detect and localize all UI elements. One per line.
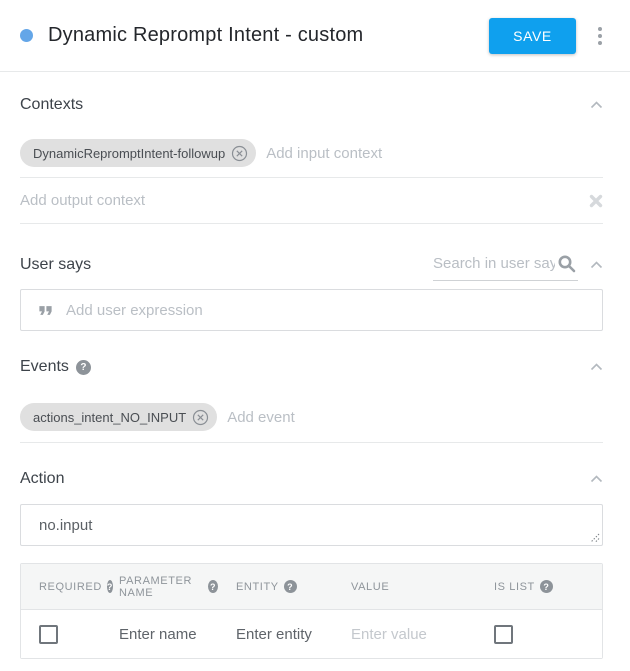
search-user-says-input[interactable] [433,255,555,272]
input-context-chip-label: DynamicRepromptIntent-followup [33,146,225,161]
is-list-checkbox[interactable] [494,625,513,644]
events-help-icon[interactable]: ? [76,360,91,375]
resize-grip-icon[interactable] [589,532,600,543]
parameter-entity-field[interactable] [236,626,328,643]
ml-status-dot-icon [20,29,33,42]
action-name-field[interactable] [39,517,584,534]
action-section-header: Action [20,469,603,489]
remove-event-icon[interactable] [192,409,209,426]
parameter-row [21,610,602,658]
user-says-section-header: User says [20,248,603,282]
events-row: actions_intent_NO_INPUT [20,403,603,431]
action-collapse-chevron-up-icon[interactable] [590,475,603,483]
parameter-name-field[interactable] [119,626,213,643]
output-context-row [20,177,603,224]
input-context-chip[interactable]: DynamicRepromptIntent-followup [20,139,256,167]
column-is-list: IS LIST ? [476,580,602,593]
intent-header: Dynamic Reprompt Intent - custom SAVE [0,0,630,72]
input-contexts-row: DynamicRepromptIntent-followup [20,139,603,167]
required-checkbox[interactable] [39,625,58,644]
add-output-context-field[interactable] [20,192,579,209]
events-heading: Events [20,358,69,376]
add-user-expression-field[interactable] [66,302,588,319]
user-says-heading: User says [20,256,91,274]
column-entity: ENTITY ? [218,580,333,593]
action-heading: Action [20,470,64,488]
user-says-collapse-chevron-up-icon[interactable] [590,261,603,269]
entity-help-icon[interactable]: ? [284,580,297,593]
parameter-name-help-icon[interactable]: ? [208,580,218,593]
parameters-table-header: REQUIRED ? PARAMETER NAME ? ENTITY ? VAL… [21,564,602,610]
is-list-help-icon[interactable]: ? [540,580,553,593]
user-says-search [433,249,578,281]
event-chip[interactable]: actions_intent_NO_INPUT [20,403,217,431]
clear-contexts-icon[interactable] [589,194,603,208]
more-options-menu-icon[interactable] [590,27,610,45]
quote-icon [35,300,56,321]
contexts-section-header: Contexts [20,95,603,115]
event-chip-label: actions_intent_NO_INPUT [33,410,186,425]
add-input-context-field[interactable] [266,145,603,162]
events-section-header: Events ? [20,357,603,377]
events-collapse-chevron-up-icon[interactable] [590,363,603,371]
user-expression-box [20,289,603,331]
column-value: VALUE [333,581,476,593]
action-name-box [20,504,603,546]
remove-input-context-icon[interactable] [231,145,248,162]
parameter-value-field[interactable] [351,626,470,643]
events-divider [20,442,603,443]
contexts-heading: Contexts [20,96,83,114]
search-icon [557,254,576,273]
parameters-table: REQUIRED ? PARAMETER NAME ? ENTITY ? VAL… [20,563,603,659]
add-event-field[interactable] [227,409,603,426]
column-required: REQUIRED ? [21,580,101,593]
contexts-collapse-chevron-up-icon[interactable] [590,101,603,109]
page-title: Dynamic Reprompt Intent - custom [48,24,363,47]
save-button[interactable]: SAVE [489,18,576,54]
column-parameter-name: PARAMETER NAME ? [101,575,218,599]
